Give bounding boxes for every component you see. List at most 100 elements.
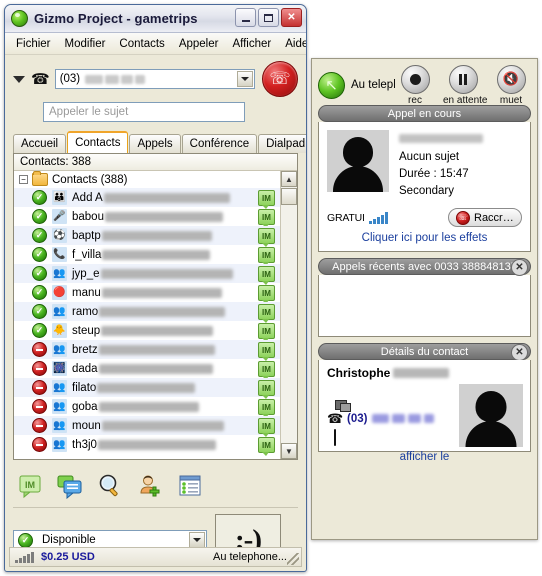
hold-label: en attente [443,94,488,106]
tab-dialpad[interactable]: Dialpad [258,134,306,153]
im-button[interactable]: IM [258,304,275,323]
status-bar: $0.25 USD Au telephone... [9,547,302,567]
im-button[interactable]: IM [258,209,275,228]
tab-conference[interactable]: Conférence [181,134,258,153]
table-row[interactable]: ✓ 👥 jyp_e IM [14,264,297,285]
im-button[interactable]: IM [258,323,275,342]
contact-name: moun [72,419,101,432]
caller-id-redacted [399,132,483,149]
telephone-icon: ☎ [327,410,344,426]
table-row[interactable]: ✓ 🔴 manu IM [14,283,297,304]
contacts-list[interactable]: ✓ 👪 Add A IM ✓ 🎤 babou IM ✓ ⚽ baptp IM ✓… [14,188,297,458]
subject-input[interactable]: Appeler le sujet [43,102,245,122]
tab-appels[interactable]: Appels [129,134,181,153]
add-contact-icon[interactable] [137,473,163,499]
table-row[interactable]: 👥 th3j0 IM [14,435,297,456]
close-circle-icon[interactable]: ✕ [511,259,528,276]
record-button[interactable]: rec [395,64,435,106]
tab-accueil[interactable]: Accueil [13,134,67,153]
menu-contacts[interactable]: Contacts [113,36,170,52]
im-button[interactable]: IM [258,247,275,266]
im-button[interactable]: IM [258,190,275,209]
mute-button[interactable]: 🔇 muet [491,64,531,106]
menu-aide[interactable]: Aide [279,36,306,52]
table-row[interactable]: 🎆 dada IM [14,359,297,380]
avatar: 🎆 [52,361,67,376]
contact-name: f_villa [72,248,102,261]
phone-number-combo[interactable]: (03) [54,69,255,89]
table-row[interactable]: ✓ ⚽ baptp IM [14,226,297,247]
table-row[interactable]: 👥 goba IM [14,397,297,418]
contact-silhouette-avatar [327,130,389,192]
close-circle-icon[interactable]: ✕ [511,344,528,361]
im-button[interactable]: IM [258,361,275,380]
hold-button[interactable]: en attente [443,64,488,106]
show-more-link[interactable]: afficher le [327,451,522,463]
menu-appeler[interactable]: Appeler [173,36,225,52]
chat-windows-icon[interactable] [57,473,83,500]
resize-grip[interactable] [287,553,299,565]
im-button[interactable]: IM [258,285,275,304]
avatar: 🐥 [52,323,67,338]
menu-afficher[interactable]: Afficher [226,36,277,52]
table-row[interactable]: 👥 filato IM [14,378,297,399]
contact-name: bretz [72,343,98,356]
contact-detail-name: Christophe [327,366,522,380]
call-button[interactable]: ☏ [262,61,298,97]
search-icon[interactable] [97,473,123,499]
status-online-icon: ✓ [32,190,47,205]
hangup-button[interactable]: ☏ Raccr… [448,208,522,227]
menu-bar: Fichier Modifier Contacts Appeler Affich… [5,33,306,55]
im-button[interactable]: IM [258,342,275,361]
chevron-up-icon[interactable]: ▲ [281,171,297,187]
contact-details-header[interactable]: Détails du contact ✕ [318,343,531,361]
chevron-down-icon[interactable] [189,531,205,548]
im-button[interactable]: IM [258,399,275,418]
signal-bars-icon [15,551,34,563]
telephone-icon: ☎ [31,70,50,88]
menu-fichier[interactable]: Fichier [10,36,57,52]
table-row[interactable]: ✓ 👪 Add A IM [14,188,297,209]
status-online-icon: ✓ [32,228,47,243]
table-row[interactable]: 👥 moun IM [14,416,297,437]
active-call-header[interactable]: Appel en cours [318,105,531,122]
im-icon[interactable]: IM [17,473,43,499]
im-button[interactable]: IM [258,380,275,399]
mobile-phone-icon [327,429,343,446]
title-bar[interactable]: Gizmo Project - gametrips ✕ [5,5,306,33]
dialer-area: ☎ (03) ☏ Appeler le sujet [5,55,306,125]
im-button[interactable]: IM [258,228,275,247]
table-row[interactable]: ✓ 📞 f_villa IM [14,245,297,266]
chevron-down-icon[interactable] [237,71,253,87]
pause-icon [448,64,478,94]
caret-down-icon[interactable] [13,75,25,83]
contact-name: dada [72,362,98,375]
im-button[interactable]: IM [258,437,275,456]
table-row[interactable]: ✓ 🎤 babou IM [14,207,297,228]
im-button[interactable]: IM [258,266,275,285]
table-row[interactable]: ✓ 🐥 steup IM [14,321,297,342]
active-call-footer: GRATUI ☏ Raccr… [327,208,522,227]
scrollbar-thumb[interactable] [281,188,297,205]
recent-calls-body[interactable] [318,275,531,337]
contact-name: filato [72,381,97,394]
call-effects-link[interactable]: Cliquer ici pour les effets [327,232,522,244]
contact-name: steup [72,324,101,337]
maximize-button[interactable] [258,8,279,27]
chevron-down-icon[interactable]: ▼ [281,443,297,459]
collapse-icon[interactable]: − [19,175,28,184]
contacts-group-row[interactable]: − Contacts (388) [14,171,297,188]
close-button[interactable]: ✕ [281,8,302,27]
table-row[interactable]: 👥 bretz IM [14,340,297,361]
table-row[interactable]: ✓ 👥 ramo IM [14,302,297,323]
contact-list-icon[interactable] [177,473,203,499]
dial-row: ☎ (03) ☏ [13,61,298,97]
active-call-info: Aucun sujet Durée : 15:47 Secondary [399,130,483,200]
tab-contacts[interactable]: Contacts [67,131,129,153]
im-button[interactable]: IM [258,418,275,437]
contacts-scrollbar[interactable]: ▲ ▼ [280,171,297,459]
avatar: 🔴 [52,285,67,300]
minimize-button[interactable] [235,8,256,27]
menu-modifier[interactable]: Modifier [59,36,112,52]
recent-calls-header[interactable]: Appels récents avec 0033 388848137 ✕ [318,258,531,276]
